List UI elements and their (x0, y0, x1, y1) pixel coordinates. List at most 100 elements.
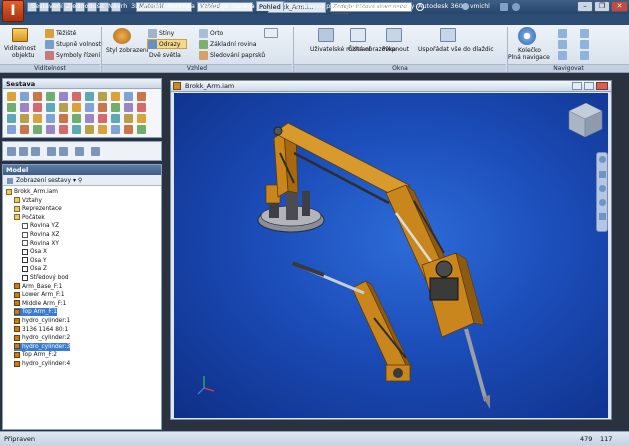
tree-item[interactable]: 3136 1164 80:1 (14, 326, 68, 334)
ground-plane-label[interactable]: Základní rovina (210, 41, 257, 48)
visual-style-icon[interactable] (113, 28, 131, 44)
tree-item[interactable]: hydro_cylinder:1 (14, 317, 70, 325)
ortho-label[interactable]: Orto (210, 30, 223, 37)
assembly-command-icon[interactable] (98, 92, 107, 101)
assembly-command-icon[interactable] (33, 114, 42, 123)
tree-item[interactable]: Rovina XZ (22, 231, 59, 239)
assembly-command-icon[interactable] (124, 103, 133, 112)
tab-autodesk-360[interactable]: Autodesk 360 (416, 1, 465, 11)
assembly-command-icon[interactable] (7, 103, 16, 112)
steering-wheel-icon[interactable] (518, 27, 536, 45)
constraint-symbols-label[interactable]: Symboly řízení (56, 52, 100, 59)
assembly-command-icon[interactable] (59, 114, 68, 123)
assembly-command-icon[interactable] (59, 103, 68, 112)
assembly-command-icon[interactable] (72, 103, 81, 112)
restore-button[interactable]: ❐ (594, 1, 610, 12)
ground-plane-icon[interactable] (199, 40, 208, 49)
tab-systemove-prostredi[interactable]: Systémové prostředí (286, 1, 357, 11)
switch-window-icon[interactable] (386, 28, 402, 42)
degrees-of-freedom-label[interactable]: Stupně volnosti (56, 41, 103, 48)
save-file-icon[interactable] (31, 147, 40, 156)
object-visibility-label-2[interactable]: objektu (12, 52, 34, 59)
assembly-command-icon[interactable] (124, 114, 133, 123)
tree-item[interactable]: Osa X (22, 248, 47, 256)
tree-item[interactable]: Osa Z (22, 265, 47, 273)
forward-icon[interactable] (59, 147, 68, 156)
full-navigation-label[interactable]: Plná navigace (508, 54, 550, 61)
assembly-command-icon[interactable] (7, 114, 16, 123)
home-view-icon[interactable] (75, 147, 84, 156)
orbit-icon[interactable] (558, 51, 567, 60)
assembly-command-icon[interactable] (46, 114, 55, 123)
assembly-command-icon[interactable] (33, 125, 42, 134)
switch-window-label[interactable]: Přepnout (382, 46, 409, 53)
assembly-command-icon[interactable] (137, 125, 146, 134)
ray-tracing-icon[interactable] (199, 51, 208, 60)
close-button[interactable]: ✕ (611, 1, 628, 12)
visual-style-label[interactable]: Styl zobrazení (106, 47, 148, 54)
application-menu-button[interactable]: I (2, 0, 24, 22)
tab-kontrola[interactable]: Kontrola (166, 1, 197, 11)
search-icon[interactable]: ⚲ (78, 177, 82, 184)
center-of-gravity-label[interactable]: Těžiště (56, 30, 76, 37)
assembly-command-icon[interactable] (72, 92, 81, 101)
assembly-command-icon[interactable] (46, 103, 55, 112)
assembly-command-icon[interactable] (124, 125, 133, 134)
tree-item[interactable]: Top Arm_F:1 (14, 308, 57, 317)
tab-zaciname[interactable]: Začínáme (350, 1, 386, 11)
steering-wheel-label[interactable]: Kolečko (518, 47, 541, 54)
tab-navrh[interactable]: Návrh (106, 1, 129, 11)
zoom-all-icon[interactable] (580, 40, 589, 49)
assembly-command-icon[interactable] (98, 103, 107, 112)
assembly-command-icon[interactable] (20, 103, 29, 112)
tree-item[interactable]: Osa Y (22, 257, 47, 265)
assembly-command-icon[interactable] (111, 114, 120, 123)
assembly-command-icon[interactable] (46, 92, 55, 101)
degrees-of-freedom-icon[interactable] (45, 40, 54, 49)
assembly-command-icon[interactable] (7, 125, 16, 134)
assembly-command-icon[interactable] (98, 125, 107, 134)
pan-icon[interactable] (558, 29, 567, 38)
tab-sestaveni[interactable]: Sestavení (29, 1, 65, 11)
assembly-command-icon[interactable] (33, 92, 42, 101)
look-at-icon[interactable] (580, 51, 589, 60)
ortho-icon[interactable] (199, 29, 208, 38)
tile-all-label[interactable]: Uspořádat vše do dlaždic (418, 46, 494, 53)
assembly-command-icon[interactable] (111, 92, 120, 101)
help-icon[interactable] (512, 3, 520, 11)
tree-item[interactable]: Středový bod (22, 274, 69, 282)
user-interface-icon[interactable] (318, 28, 334, 42)
3d-viewport[interactable] (174, 93, 608, 418)
tree-item[interactable]: Rovina XY (22, 240, 59, 248)
ray-tracing-label[interactable]: Sledování paprsků (210, 52, 265, 59)
doc-close-button[interactable] (596, 82, 608, 90)
assembly-command-icon[interactable] (85, 114, 94, 123)
minimize-button[interactable]: – (577, 1, 593, 12)
tree-item[interactable]: Middle Arm_F:1 (14, 300, 66, 308)
assembly-command-icon[interactable] (7, 92, 16, 101)
filter-icon[interactable] (91, 147, 100, 156)
center-of-gravity-icon[interactable] (45, 29, 54, 38)
assembly-command-icon[interactable] (20, 92, 29, 101)
navigation-bar[interactable] (596, 152, 608, 232)
tree-item[interactable]: Lower Arm_F:1 (14, 291, 65, 299)
assembly-command-icon[interactable] (137, 92, 146, 101)
assembly-command-icon[interactable] (33, 103, 42, 112)
two-lights-label[interactable]: Dvě světla (149, 52, 181, 59)
tab-dopvety[interactable]: DopVěty (385, 1, 416, 11)
assembly-command-icon[interactable] (85, 92, 94, 101)
filter-icon[interactable] (7, 177, 13, 184)
assembly-command-icon[interactable] (20, 114, 29, 123)
tree-item[interactable]: Top Arm_F:2 (14, 351, 57, 359)
appearance-more-icon[interactable] (264, 28, 278, 38)
assembly-command-icon[interactable] (85, 125, 94, 134)
orbit-icon[interactable] (599, 199, 606, 206)
object-visibility-icon[interactable] (12, 28, 28, 42)
tree-item[interactable]: hydro_cylinder:4 (14, 360, 70, 368)
tab-3d-model[interactable]: 3D model (129, 1, 164, 11)
assembly-command-icon[interactable] (72, 125, 81, 134)
constraint-symbols-icon[interactable] (45, 51, 54, 60)
assembly-view-dropdown[interactable]: Zobrazení sestavy (16, 177, 71, 184)
tree-item[interactable]: Arm_Base_F:1 (14, 283, 62, 291)
tab-pohled[interactable]: Pohled (256, 1, 284, 11)
